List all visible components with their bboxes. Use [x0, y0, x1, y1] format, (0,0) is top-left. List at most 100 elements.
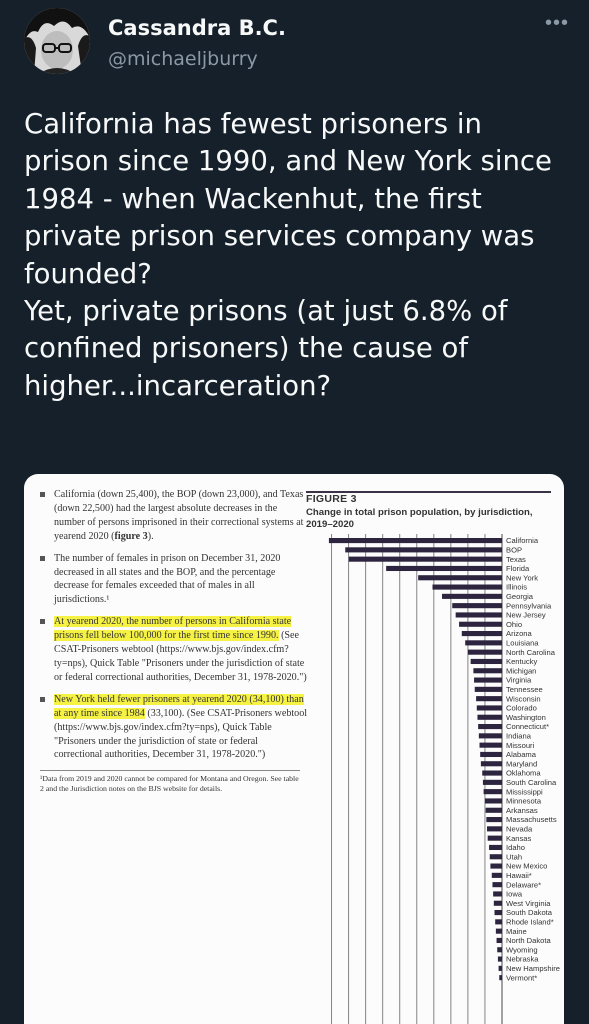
chart-bar — [442, 593, 502, 599]
chart-category-label: New Mexico — [506, 862, 547, 871]
chart-category-label: Oklahoma — [506, 769, 541, 778]
chart-bar — [470, 658, 502, 665]
chart-bar — [432, 584, 502, 590]
chart-bar — [480, 761, 502, 767]
chart-category-label: Louisiana — [506, 639, 539, 648]
chart-bar — [482, 779, 502, 785]
chart-category-label: Arkansas — [506, 806, 538, 815]
display-name[interactable]: Cassandra B.C. — [108, 16, 286, 40]
user-handle[interactable]: @michaeljburry — [108, 48, 258, 70]
chart-bar — [386, 565, 502, 572]
chart-category-label: Alabama — [506, 750, 537, 759]
chart-category-label: Nevada — [506, 825, 533, 834]
chart-category-label: Iowa — [506, 890, 523, 899]
chart-bar — [455, 612, 502, 618]
chart-category-label: Texas — [506, 555, 526, 564]
chart-bar — [497, 947, 502, 953]
chart-category-label: Missouri — [506, 741, 535, 750]
chart-bar — [348, 556, 502, 562]
chart-bar — [495, 928, 502, 934]
chart-category-label: Utah — [506, 852, 522, 861]
chart-category-label: Virginia — [506, 676, 532, 685]
chart-bar — [345, 547, 502, 553]
tweet-image[interactable]: California (down 25,400), the BOP (down … — [24, 474, 564, 1024]
chart-bar — [487, 826, 502, 832]
chart-bar — [459, 621, 502, 627]
chart-category-label: Georgia — [506, 592, 534, 601]
chart-bar — [478, 724, 502, 730]
chart-bar — [487, 835, 502, 841]
chart-category-label: Connecticut* — [506, 722, 549, 731]
chart-category-label: Nebraska — [506, 955, 539, 964]
chart-category-label: Hawaii* — [506, 871, 532, 880]
chart-bar — [474, 677, 502, 683]
chart-category-label: Michigan — [506, 666, 536, 675]
chart-category-label: Rhode Island* — [506, 918, 554, 927]
chart-bar — [486, 817, 502, 823]
chart-category-label: Kansas — [506, 834, 532, 843]
chart-bar — [474, 686, 502, 692]
chart-category-label: Wyoming — [506, 945, 538, 954]
chart-bar — [328, 538, 502, 544]
chart-bar — [499, 975, 502, 981]
chart-bar — [482, 770, 502, 776]
chart-category-label: Wisconsin — [506, 694, 541, 703]
chart-category-label: North Carolina — [506, 648, 556, 657]
chart-bar — [478, 733, 502, 739]
chart-category-label: Massachusetts — [506, 815, 557, 824]
chart-bar — [490, 863, 502, 869]
chart-category-label: South Carolina — [506, 778, 557, 787]
more-options-icon[interactable]: ••• — [545, 12, 569, 35]
chart-bar — [492, 882, 502, 888]
chart-bar — [485, 807, 502, 813]
chart-bar — [477, 714, 502, 720]
chart-category-label: Tennessee — [506, 685, 543, 694]
avatar[interactable] — [24, 8, 90, 74]
chart-category-label: New Hampshire — [506, 964, 560, 973]
chart-category-label: South Dakota — [506, 908, 553, 917]
chart-category-label: Arizona — [506, 629, 533, 638]
chart-category-label: Illinois — [506, 583, 527, 592]
chart-category-label: Kentucky — [506, 657, 537, 666]
chart-category-label: North Dakota — [506, 936, 552, 945]
chart-category-label: Mississippi — [506, 787, 543, 796]
chart-bar — [467, 649, 502, 655]
chart-category-label: BOP — [506, 546, 522, 555]
chart-bar — [489, 844, 502, 851]
chart-category-label: Idaho — [506, 843, 525, 852]
chart-category-label: Florida — [506, 564, 530, 573]
chart-bar — [496, 937, 502, 944]
chart-bar — [483, 789, 502, 795]
chart-bar — [491, 872, 502, 878]
prison-population-chart: CaliforniaBOPTexasFloridaNew YorkIllinoi… — [328, 534, 560, 1024]
chart-bar — [452, 603, 502, 609]
chart-category-label: Maine — [506, 927, 527, 936]
avatar-image — [24, 8, 90, 74]
chart-bar — [494, 910, 502, 916]
chart-bar — [461, 631, 502, 637]
chart-bar — [484, 798, 502, 804]
chart-bar — [497, 956, 502, 962]
chart-category-label: West Virginia — [506, 899, 551, 908]
chart-category-label: Delaware* — [506, 880, 541, 889]
chart-category-label: Pennsylvania — [506, 601, 552, 610]
chart-category-label: New Jersey — [506, 611, 546, 620]
chart-category-label: New York — [506, 573, 538, 582]
chart-bar — [493, 891, 502, 897]
chart-category-label: Ohio — [506, 620, 522, 629]
chart-bar — [480, 751, 502, 758]
chart-bar — [495, 919, 502, 925]
chart-category-label: Minnesota — [506, 797, 542, 806]
chart-category-label: Maryland — [506, 759, 537, 768]
chart-category-label: Colorado — [506, 704, 537, 713]
chart-bar — [493, 900, 502, 906]
chart-bar — [476, 696, 502, 702]
tweet-paragraph: Yet, private prisons (at just 6.8% of co… — [24, 295, 508, 402]
chart-category-label: Vermont* — [506, 973, 537, 982]
chart-bar — [473, 668, 502, 674]
chart-category-label: Washington — [506, 713, 546, 722]
tweet-text: California has fewest prisoners in priso… — [24, 106, 569, 405]
chart-category-label: Indiana — [506, 732, 532, 741]
tweet-paragraph: California has fewest prisoners in priso… — [24, 108, 552, 290]
chart-bar — [476, 705, 502, 711]
